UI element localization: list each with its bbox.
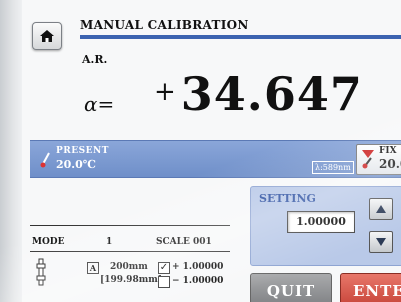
home-icon: [40, 30, 54, 42]
tube-length: 200mm: [110, 262, 148, 272]
arrow-down-icon: [376, 238, 386, 246]
fix-temperature-button[interactable]: FIX 20.0: [356, 144, 401, 175]
thermometer-icon: [40, 152, 50, 168]
tube-type-box: A: [87, 262, 99, 274]
mode-label: MODE: [32, 237, 65, 247]
quit-button[interactable]: QUIT: [250, 273, 332, 302]
enter-button[interactable]: ENTER: [340, 273, 401, 302]
scale-plus-checkbox[interactable]: ✓: [158, 262, 170, 274]
mode-value: 1: [106, 237, 113, 247]
fix-thermometer-icon: [362, 150, 374, 169]
present-label: PRESENT: [56, 146, 109, 156]
increment-button[interactable]: [369, 198, 393, 220]
measurement-mode-label: A.R.: [82, 53, 108, 66]
setting-label: SETTING: [259, 192, 316, 205]
scale-minus-value: − 1.00000: [172, 276, 224, 286]
sample-tube-icon: [36, 258, 46, 286]
divider: [30, 251, 230, 252]
wavelength-badge: λ:589nm: [312, 161, 354, 174]
scale-minus-checkbox[interactable]: [158, 276, 170, 288]
title-underline: [80, 35, 401, 39]
present-temperature: 20.0℃: [56, 158, 96, 171]
tube-actual-length: [199.98mm]: [100, 275, 163, 285]
alpha-equals: =: [97, 92, 115, 116]
rotation-reading: +34.647: [154, 67, 363, 121]
fix-label: FIX: [379, 146, 397, 156]
reading-sign: +: [154, 77, 177, 107]
alpha-label: α=: [84, 92, 114, 116]
divider: [30, 225, 230, 226]
setting-value-field[interactable]: 1.00000: [287, 211, 355, 233]
fix-temperature: 20.0: [379, 157, 401, 171]
alpha-symbol: α: [84, 92, 98, 116]
status-bar: PRESENT 20.0℃ λ:589nm FIX 20.0: [30, 140, 401, 178]
home-button[interactable]: [32, 22, 62, 50]
setting-panel: SETTING 1.00000: [250, 186, 401, 266]
screen: MANUAL CALIBRATION A.R. α= +34.647 PRESE…: [22, 0, 401, 302]
decrement-button[interactable]: [369, 231, 393, 253]
arrow-up-icon: [376, 205, 386, 213]
scale-plus-value: + 1.00000: [172, 262, 224, 272]
scale-label: SCALE 001: [156, 237, 212, 247]
page-title: MANUAL CALIBRATION: [80, 18, 249, 32]
reading-value: 34.647: [180, 67, 363, 121]
